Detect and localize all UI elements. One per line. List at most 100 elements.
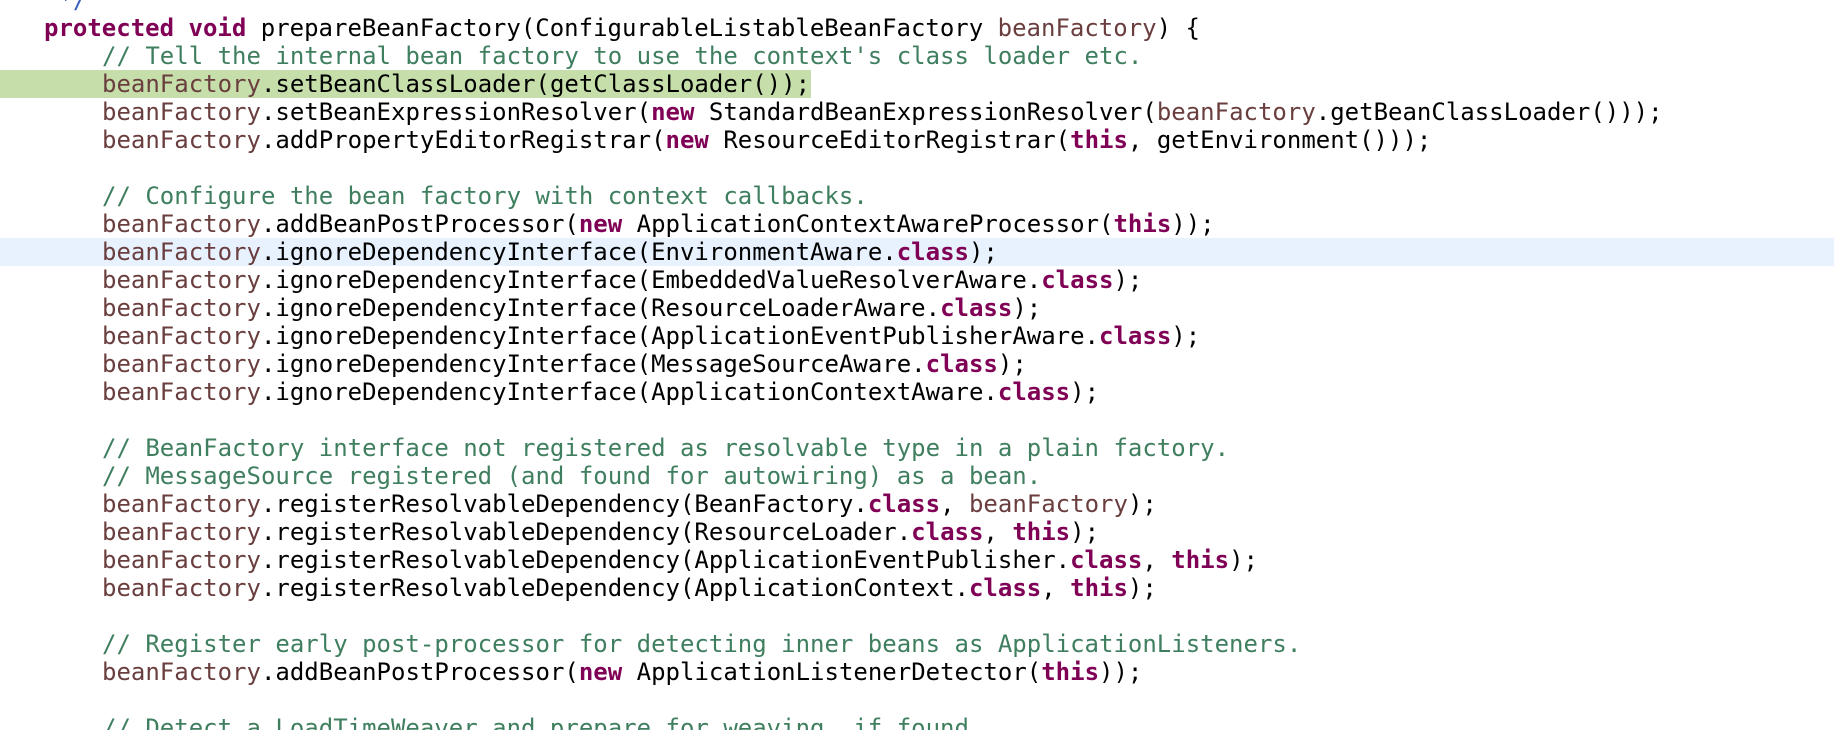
code-line-executing[interactable]: beanFactory.setBeanClassLoader(getClassL… <box>0 70 1834 98</box>
code-token: beanFactory <box>968 490 1128 518</box>
code-text: beanFactory.registerResolvableDependency… <box>0 490 1157 518</box>
code-token: class <box>940 294 1013 322</box>
code-line[interactable]: beanFactory.registerResolvableDependency… <box>0 518 1834 546</box>
code-line-current[interactable]: beanFactory.ignoreDependencyInterface(En… <box>0 238 1834 266</box>
code-token: // Detect a LoadTimeWeaver and prepare f… <box>102 714 984 730</box>
code-token: )); <box>1099 658 1143 686</box>
code-line[interactable] <box>0 406 1834 434</box>
code-line[interactable]: // Detect a LoadTimeWeaver and prepare f… <box>0 714 1834 730</box>
code-token: prepareBeanFactory(ConfigurableListableB… <box>246 14 998 42</box>
code-text: beanFactory.ignoreDependencyInterface(En… <box>0 238 998 266</box>
code-line[interactable]: beanFactory.registerResolvableDependency… <box>0 490 1834 518</box>
code-line[interactable]: beanFactory.addPropertyEditorRegistrar(n… <box>0 126 1834 154</box>
code-token: beanFactory <box>102 490 261 518</box>
code-token: beanFactory <box>102 70 261 98</box>
code-token: ); <box>1229 546 1258 574</box>
code-text: beanFactory.ignoreDependencyInterface(Re… <box>0 294 1041 322</box>
code-line[interactable]: protected void prepareBeanFactory(Config… <box>0 14 1834 42</box>
code-token: ); <box>1171 322 1201 350</box>
code-token: // MessageSource registered (and found f… <box>102 462 1042 490</box>
code-token: new <box>665 126 709 154</box>
code-text: beanFactory.setBeanExpressionResolver(ne… <box>0 98 1663 126</box>
code-token: // Configure the bean factory with conte… <box>102 182 868 210</box>
code-text: beanFactory.ignoreDependencyInterface(Ap… <box>0 322 1200 350</box>
code-line[interactable]: beanFactory.ignoreDependencyInterface(Re… <box>0 294 1834 322</box>
code-line[interactable]: beanFactory.ignoreDependencyInterface(Ap… <box>0 378 1834 406</box>
code-line[interactable]: beanFactory.ignoreDependencyInterface(Ap… <box>0 322 1834 350</box>
code-token: beanFactory <box>102 546 261 574</box>
code-token: new <box>578 210 623 238</box>
code-token: ) { <box>1156 14 1200 42</box>
code-token: .registerResolvableDependency(BeanFactor… <box>260 490 868 518</box>
code-token: .ignoreDependencyInterface(MessageSource… <box>260 350 926 378</box>
code-token: class <box>1041 266 1114 294</box>
code-token: class <box>1070 546 1143 574</box>
code-text: protected void prepareBeanFactory(Config… <box>0 14 1200 42</box>
code-token: new <box>651 98 695 126</box>
code-token: , <box>1041 574 1071 602</box>
code-line[interactable]: // Tell the internal bean factory to use… <box>0 42 1834 70</box>
code-token: StandardBeanExpressionResolver( <box>694 98 1157 126</box>
code-token: ); <box>968 238 998 266</box>
code-line[interactable]: beanFactory.addBeanPostProcessor(new App… <box>0 210 1834 238</box>
code-token: ); <box>1012 294 1042 322</box>
code-token: beanFactory <box>997 14 1157 42</box>
code-token: */ <box>44 0 88 14</box>
code-line[interactable] <box>0 154 1834 182</box>
code-token: beanFactory <box>102 126 261 154</box>
code-line[interactable]: */ <box>0 0 1834 14</box>
code-token: beanFactory <box>102 294 261 322</box>
code-text: beanFactory.registerResolvableDependency… <box>0 574 1157 602</box>
code-token: class <box>896 238 969 266</box>
code-text: beanFactory.addPropertyEditorRegistrar(n… <box>0 126 1431 154</box>
code-line[interactable]: beanFactory.ignoreDependencyInterface(Me… <box>0 350 1834 378</box>
code-token: .setBeanExpressionResolver( <box>260 98 652 126</box>
code-line[interactable]: beanFactory.registerResolvableDependency… <box>0 546 1834 574</box>
code-token: .ignoreDependencyInterface(ApplicationEv… <box>260 322 1100 350</box>
code-token: , <box>983 518 1013 546</box>
code-token: beanFactory <box>102 574 261 602</box>
code-editor[interactable]: */protected void prepareBeanFactory(Conf… <box>0 0 1834 730</box>
code-token: this <box>1070 574 1128 602</box>
code-text: beanFactory.addBeanPostProcessor(new App… <box>0 658 1142 686</box>
code-line[interactable]: // MessageSource registered (and found f… <box>0 462 1834 490</box>
code-token: void <box>188 14 247 42</box>
code-token: ApplicationContextAwareProcessor( <box>622 210 1114 238</box>
code-token: )); <box>1171 210 1215 238</box>
code-token: beanFactory <box>102 518 261 546</box>
code-line[interactable]: // BeanFactory interface not registered … <box>0 434 1834 462</box>
code-token: beanFactory <box>102 378 261 406</box>
code-line[interactable] <box>0 686 1834 714</box>
code-token: protected <box>44 14 175 42</box>
code-token: .registerResolvableDependency(Applicatio… <box>260 546 1071 574</box>
code-line[interactable]: // Configure the bean factory with conte… <box>0 182 1834 210</box>
code-token: .setBeanClassLoader(getClassLoader()); <box>260 70 811 98</box>
code-token: class <box>1099 322 1172 350</box>
code-line[interactable]: beanFactory.setBeanExpressionResolver(ne… <box>0 98 1834 126</box>
code-token: class <box>997 378 1071 406</box>
code-text: */ <box>0 0 87 14</box>
code-token: beanFactory <box>102 210 261 238</box>
code-line[interactable]: // Register early post-processor for det… <box>0 630 1834 658</box>
code-token: this <box>1041 658 1100 686</box>
code-token: .ignoreDependencyInterface(ResourceLoade… <box>260 294 941 322</box>
code-token: .addBeanPostProcessor( <box>260 210 579 238</box>
code-token: class <box>968 574 1042 602</box>
code-token: // Register early post-processor for det… <box>102 630 1302 658</box>
code-text: beanFactory.registerResolvableDependency… <box>0 546 1258 574</box>
code-line[interactable] <box>0 602 1834 630</box>
code-token: .ignoreDependencyInterface(ApplicationCo… <box>260 378 998 406</box>
code-line[interactable]: beanFactory.addBeanPostProcessor(new App… <box>0 658 1834 686</box>
code-token: new <box>578 658 623 686</box>
code-token: .addBeanPostProcessor( <box>260 658 579 686</box>
code-token: ResourceEditorRegistrar( <box>708 126 1071 154</box>
code-line[interactable]: beanFactory.ignoreDependencyInterface(Em… <box>0 266 1834 294</box>
code-token: this <box>1012 518 1071 546</box>
code-line[interactable]: beanFactory.registerResolvableDependency… <box>0 574 1834 602</box>
code-text: beanFactory.registerResolvableDependency… <box>0 518 1099 546</box>
code-token: this <box>1113 210 1172 238</box>
code-token: // Tell the internal bean factory to use… <box>102 42 1143 70</box>
